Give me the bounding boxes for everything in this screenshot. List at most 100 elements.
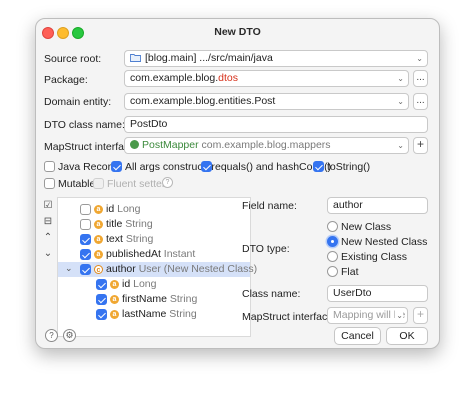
- chevron-down-icon[interactable]: ⌄: [65, 263, 73, 274]
- collapse-all-icon[interactable]: ⌄: [42, 248, 54, 259]
- tostring-label: toString(): [327, 161, 371, 173]
- dto-class-name-input[interactable]: PostDto: [124, 116, 428, 133]
- tree-row-selected[interactable]: ⌄ c author User (New Nested Class): [58, 262, 257, 277]
- chevron-down-icon: ⌄: [416, 54, 423, 63]
- radio-new-nested-class-label: New Nested Class: [341, 236, 428, 248]
- help-icon[interactable]: ?: [162, 177, 173, 188]
- field-checkbox[interactable]: [80, 234, 91, 245]
- field-name: firstName: [122, 293, 167, 305]
- nested-mapstruct-add-button[interactable]: +: [413, 307, 428, 324]
- field-type: Long: [133, 278, 157, 290]
- mapper-name: PostMapper: [142, 139, 199, 151]
- field-icon: a: [110, 280, 119, 289]
- package-value-highlight: dtos: [218, 72, 238, 84]
- field-name: id: [122, 278, 131, 290]
- field-checkbox[interactable]: [96, 279, 107, 290]
- field-type: User (New Nested Class): [138, 263, 258, 275]
- field-icon: a: [94, 220, 103, 229]
- fluent-setters-label: Fluent setters: [107, 178, 171, 190]
- field-name: title: [106, 218, 123, 230]
- java-record-label: Java Record: [58, 161, 117, 173]
- source-root-combo[interactable]: [blog.main] .../src/main/java ⌄: [124, 50, 428, 67]
- field-checkbox[interactable]: [80, 249, 91, 260]
- field-icon: a: [110, 310, 119, 319]
- radio-existing-class[interactable]: [327, 251, 338, 262]
- radio-new-nested-class[interactable]: [327, 236, 338, 247]
- field-type: Long: [117, 203, 141, 215]
- field-name: id: [106, 203, 115, 215]
- source-root-value: [blog.main] .../src/main/java: [145, 52, 273, 64]
- field-type: String: [125, 233, 154, 245]
- mapper-icon: [130, 140, 139, 149]
- java-record-checkbox[interactable]: [44, 161, 55, 172]
- mapstruct-add-button[interactable]: +: [413, 137, 428, 154]
- tree-row[interactable]: a id Long: [58, 277, 250, 292]
- check-all-icon[interactable]: ☑: [42, 200, 54, 211]
- expand-all-icon[interactable]: ⌃: [42, 232, 54, 243]
- fields-tree[interactable]: a id Long a title String a text String a…: [57, 197, 257, 337]
- field-checkbox[interactable]: [80, 219, 91, 230]
- field-icon: a: [110, 295, 119, 304]
- chevron-down-icon: ⌄: [397, 74, 404, 83]
- tostring-checkbox[interactable]: [313, 161, 324, 172]
- source-root-label: Source root:: [44, 53, 102, 65]
- radio-new-class[interactable]: [327, 221, 338, 232]
- tree-row[interactable]: a title String: [58, 217, 250, 232]
- field-icon: a: [94, 235, 103, 244]
- field-name: author: [106, 263, 136, 275]
- window-title: New DTO: [214, 26, 261, 38]
- package-value: com.example.blog.: [130, 72, 219, 84]
- ok-button[interactable]: OK: [386, 327, 428, 345]
- field-icon: a: [94, 250, 103, 259]
- mapper-package: com.example.blog.mappers: [201, 139, 331, 151]
- domain-entity-value: com.example.blog.entities.Post: [130, 95, 276, 107]
- radio-flat[interactable]: [327, 266, 338, 277]
- field-name-input[interactable]: author: [327, 197, 428, 214]
- field-name-label: Field name:: [242, 200, 297, 212]
- package-field[interactable]: com.example.blog.dtos ⌄: [124, 70, 409, 87]
- field-checkbox[interactable]: [96, 294, 107, 305]
- chevron-down-icon: ⌄: [395, 308, 403, 323]
- fluent-setters-checkbox: [93, 178, 104, 189]
- tree-row[interactable]: a firstName String: [58, 292, 250, 307]
- tree-row[interactable]: a id Long: [58, 202, 250, 217]
- package-browse-button[interactable]: ...: [413, 70, 428, 87]
- chevron-down-icon: ⌄: [397, 97, 404, 106]
- field-icon: a: [94, 205, 103, 214]
- tree-row[interactable]: a publishedAt Instant: [58, 247, 250, 262]
- domain-entity-field[interactable]: com.example.blog.entities.Post ⌄: [124, 93, 409, 110]
- dto-class-name-label: DTO class name:: [44, 119, 125, 131]
- field-name: publishedAt: [106, 248, 161, 260]
- uncheck-all-icon[interactable]: ⊟: [42, 216, 54, 227]
- domain-entity-browse-button[interactable]: ...: [413, 93, 428, 110]
- field-checkbox[interactable]: [96, 309, 107, 320]
- field-name: lastName: [122, 308, 167, 320]
- field-type: String: [169, 308, 197, 320]
- settings-icon[interactable]: ⚙: [63, 329, 76, 342]
- field-type: String: [125, 218, 153, 230]
- tree-row[interactable]: a text String: [58, 232, 250, 247]
- field-type: String: [169, 293, 198, 305]
- folder-icon: [130, 52, 141, 66]
- class-name-input[interactable]: UserDto: [327, 285, 428, 302]
- mutable-checkbox[interactable]: [44, 178, 55, 189]
- dto-type-label: DTO type:: [242, 243, 290, 255]
- nested-mapstruct-label: MapStruct interface:: [242, 311, 336, 323]
- mutable-label: Mutable: [58, 178, 96, 190]
- field-checkbox[interactable]: [80, 264, 91, 275]
- title-bar: New DTO: [36, 19, 439, 45]
- chevron-down-icon: ⌄: [397, 141, 404, 150]
- tree-row[interactable]: a lastName String: [58, 307, 250, 322]
- field-checkbox[interactable]: [80, 204, 91, 215]
- nested-mapstruct-combo[interactable]: Mapping will be i ⌄: [327, 307, 408, 324]
- radio-new-class-label: New Class: [341, 221, 392, 233]
- nested-class-icon: c: [94, 265, 103, 274]
- domain-entity-label: Domain entity:: [44, 96, 112, 108]
- radio-existing-class-label: Existing Class: [341, 251, 407, 263]
- cancel-button[interactable]: Cancel: [334, 327, 381, 345]
- equals-hashcode-checkbox[interactable]: [201, 161, 212, 172]
- all-args-constructor-checkbox[interactable]: [111, 161, 122, 172]
- mapstruct-interface-combo[interactable]: PostMapper com.example.blog.mappers ⌄: [124, 137, 409, 154]
- help-button[interactable]: ?: [45, 329, 58, 342]
- radio-flat-label: Flat: [341, 266, 359, 278]
